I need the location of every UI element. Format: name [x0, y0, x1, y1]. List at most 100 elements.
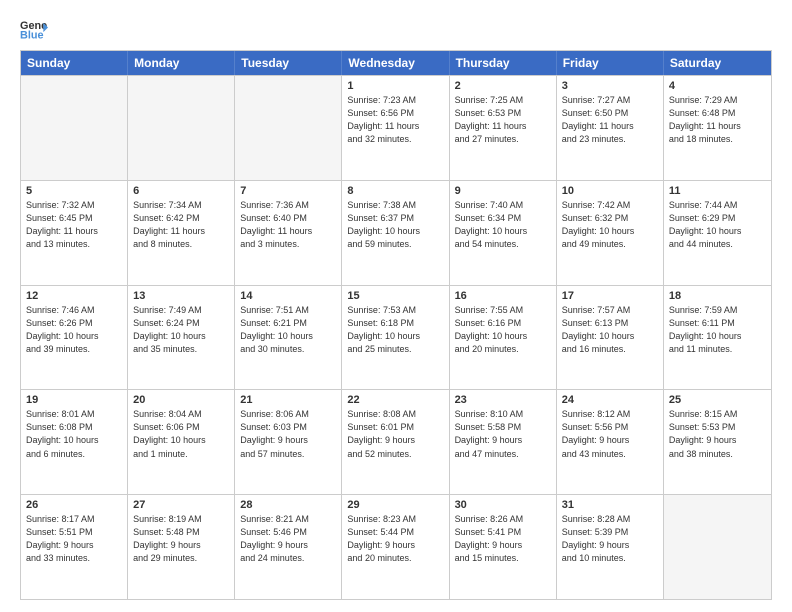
day-number: 2 [455, 80, 551, 92]
calendar-header-cell: Friday [557, 51, 664, 75]
calendar-cell: 12 Sunrise: 7:46 AM Sunset: 6:26 PM Dayli… [21, 286, 128, 390]
cell-text: Sunrise: 8:04 AM Sunset: 6:06 PM Dayligh… [133, 408, 229, 460]
calendar-row: 1 Sunrise: 7:23 AM Sunset: 6:56 PM Daylig… [21, 75, 771, 180]
calendar-cell: 23 Sunrise: 8:10 AM Sunset: 5:58 PM Dayli… [450, 390, 557, 494]
calendar-cell: 15 Sunrise: 7:53 AM Sunset: 6:18 PM Dayli… [342, 286, 449, 390]
cell-text: Sunrise: 8:06 AM Sunset: 6:03 PM Dayligh… [240, 408, 336, 460]
calendar-cell: 14 Sunrise: 7:51 AM Sunset: 6:21 PM Dayli… [235, 286, 342, 390]
day-number: 21 [240, 394, 336, 406]
calendar-cell: 30 Sunrise: 8:26 AM Sunset: 5:41 PM Dayli… [450, 495, 557, 599]
calendar-cell [128, 76, 235, 180]
cell-text: Sunrise: 7:55 AM Sunset: 6:16 PM Dayligh… [455, 304, 551, 356]
day-number: 20 [133, 394, 229, 406]
cell-text: Sunrise: 7:38 AM Sunset: 6:37 PM Dayligh… [347, 199, 443, 251]
calendar-cell: 27Sunrise: 8:19 AM Sunset: 5:48 PM Dayli… [128, 495, 235, 599]
day-number: 28 [240, 499, 336, 511]
day-number: 25 [669, 394, 766, 406]
cell-text: Sunrise: 7:29 AM Sunset: 6:48 PM Dayligh… [669, 94, 766, 146]
day-number: 31 [562, 499, 658, 511]
calendar-header-cell: Sunday [21, 51, 128, 75]
calendar-cell: 13 Sunrise: 7:49 AM Sunset: 6:24 PM Dayli… [128, 286, 235, 390]
calendar-cell: 26 Sunrise: 8:17 AM Sunset: 5:51 PM Dayli… [21, 495, 128, 599]
calendar-cell: 2 Sunrise: 7:25 AM Sunset: 6:53 PM Daylig… [450, 76, 557, 180]
calendar-cell: 20 Sunrise: 8:04 AM Sunset: 6:06 PM Dayli… [128, 390, 235, 494]
page-header: General Blue [20, 18, 772, 40]
cell-text: Sunrise: 7:51 AM Sunset: 6:21 PM Dayligh… [240, 304, 336, 356]
calendar-cell [664, 495, 771, 599]
day-number: 26 [26, 499, 122, 511]
calendar-cell: 16Sunrise: 7:55 AM Sunset: 6:16 PM Dayli… [450, 286, 557, 390]
cell-text: Sunrise: 7:23 AM Sunset: 6:56 PM Dayligh… [347, 94, 443, 146]
day-number: 17 [562, 290, 658, 302]
day-number: 23 [455, 394, 551, 406]
cell-text: Sunrise: 7:42 AM Sunset: 6:32 PM Dayligh… [562, 199, 658, 251]
day-number: 24 [562, 394, 658, 406]
calendar-cell: 17 Sunrise: 7:57 AM Sunset: 6:13 PM Dayli… [557, 286, 664, 390]
calendar-cell: 8 Sunrise: 7:38 AM Sunset: 6:37 PM Daylig… [342, 181, 449, 285]
cell-text: Sunrise: 7:32 AM Sunset: 6:45 PM Dayligh… [26, 199, 122, 251]
cell-text: Sunrise: 7:40 AM Sunset: 6:34 PM Dayligh… [455, 199, 551, 251]
calendar-cell: 19 Sunrise: 8:01 AM Sunset: 6:08 PM Dayli… [21, 390, 128, 494]
cell-text: Sunrise: 7:46 AM Sunset: 6:26 PM Dayligh… [26, 304, 122, 356]
day-number: 3 [562, 80, 658, 92]
day-number: 19 [26, 394, 122, 406]
cell-text: Sunrise: 7:49 AM Sunset: 6:24 PM Dayligh… [133, 304, 229, 356]
logo-icon: General Blue [20, 18, 48, 40]
calendar-header: SundayMondayTuesdayWednesdayThursdayFrid… [21, 51, 771, 75]
day-number: 14 [240, 290, 336, 302]
calendar-cell: 28 Sunrise: 8:21 AM Sunset: 5:46 PM Dayli… [235, 495, 342, 599]
cell-text: Sunrise: 8:21 AM Sunset: 5:46 PM Dayligh… [240, 513, 336, 565]
calendar-header-cell: Tuesday [235, 51, 342, 75]
cell-text: Sunrise: 8:23 AM Sunset: 5:44 PM Dayligh… [347, 513, 443, 565]
day-number: 6 [133, 185, 229, 197]
day-number: 27 [133, 499, 229, 511]
calendar-header-cell: Wednesday [342, 51, 449, 75]
calendar-row: 5 Sunrise: 7:32 AM Sunset: 6:45 PM Daylig… [21, 180, 771, 285]
cell-text: Sunrise: 7:25 AM Sunset: 6:53 PM Dayligh… [455, 94, 551, 146]
calendar-row: 19 Sunrise: 8:01 AM Sunset: 6:08 PM Dayli… [21, 389, 771, 494]
cell-text: Sunrise: 8:10 AM Sunset: 5:58 PM Dayligh… [455, 408, 551, 460]
day-number: 15 [347, 290, 443, 302]
day-number: 8 [347, 185, 443, 197]
day-number: 22 [347, 394, 443, 406]
day-number: 1 [347, 80, 443, 92]
cell-text: Sunrise: 7:59 AM Sunset: 6:11 PM Dayligh… [669, 304, 766, 356]
day-number: 30 [455, 499, 551, 511]
calendar-header-cell: Monday [128, 51, 235, 75]
calendar-body: 1 Sunrise: 7:23 AM Sunset: 6:56 PM Daylig… [21, 75, 771, 599]
calendar-cell: 3 Sunrise: 7:27 AM Sunset: 6:50 PM Daylig… [557, 76, 664, 180]
calendar-cell [21, 76, 128, 180]
cell-text: Sunrise: 8:28 AM Sunset: 5:39 PM Dayligh… [562, 513, 658, 565]
calendar-row: 12 Sunrise: 7:46 AM Sunset: 6:26 PM Dayli… [21, 285, 771, 390]
cell-text: Sunrise: 7:44 AM Sunset: 6:29 PM Dayligh… [669, 199, 766, 251]
day-number: 5 [26, 185, 122, 197]
calendar-cell: 29 Sunrise: 8:23 AM Sunset: 5:44 PM Dayli… [342, 495, 449, 599]
calendar-cell: 1 Sunrise: 7:23 AM Sunset: 6:56 PM Daylig… [342, 76, 449, 180]
calendar-cell: 9Sunrise: 7:40 AM Sunset: 6:34 PM Daylig… [450, 181, 557, 285]
calendar-cell: 31 Sunrise: 8:28 AM Sunset: 5:39 PM Dayli… [557, 495, 664, 599]
cell-text: Sunrise: 7:34 AM Sunset: 6:42 PM Dayligh… [133, 199, 229, 251]
day-number: 29 [347, 499, 443, 511]
cell-text: Sunrise: 7:27 AM Sunset: 6:50 PM Dayligh… [562, 94, 658, 146]
cell-text: Sunrise: 8:08 AM Sunset: 6:01 PM Dayligh… [347, 408, 443, 460]
cell-text: Sunrise: 8:17 AM Sunset: 5:51 PM Dayligh… [26, 513, 122, 565]
cell-text: Sunrise: 8:12 AM Sunset: 5:56 PM Dayligh… [562, 408, 658, 460]
day-number: 18 [669, 290, 766, 302]
calendar-cell: 5 Sunrise: 7:32 AM Sunset: 6:45 PM Daylig… [21, 181, 128, 285]
cell-text: Sunrise: 8:01 AM Sunset: 6:08 PM Dayligh… [26, 408, 122, 460]
cell-text: Sunrise: 8:26 AM Sunset: 5:41 PM Dayligh… [455, 513, 551, 565]
day-number: 12 [26, 290, 122, 302]
day-number: 7 [240, 185, 336, 197]
calendar-cell: 4Sunrise: 7:29 AM Sunset: 6:48 PM Daylig… [664, 76, 771, 180]
cell-text: Sunrise: 8:15 AM Sunset: 5:53 PM Dayligh… [669, 408, 766, 460]
calendar-cell: 10Sunrise: 7:42 AM Sunset: 6:32 PM Dayli… [557, 181, 664, 285]
day-number: 13 [133, 290, 229, 302]
cell-text: Sunrise: 7:57 AM Sunset: 6:13 PM Dayligh… [562, 304, 658, 356]
calendar-header-cell: Thursday [450, 51, 557, 75]
calendar-cell: 25 Sunrise: 8:15 AM Sunset: 5:53 PM Dayli… [664, 390, 771, 494]
cell-text: Sunrise: 7:53 AM Sunset: 6:18 PM Dayligh… [347, 304, 443, 356]
calendar-cell: 21 Sunrise: 8:06 AM Sunset: 6:03 PM Dayli… [235, 390, 342, 494]
calendar: SundayMondayTuesdayWednesdayThursdayFrid… [20, 50, 772, 600]
day-number: 11 [669, 185, 766, 197]
calendar-cell: 18 Sunrise: 7:59 AM Sunset: 6:11 PM Dayli… [664, 286, 771, 390]
